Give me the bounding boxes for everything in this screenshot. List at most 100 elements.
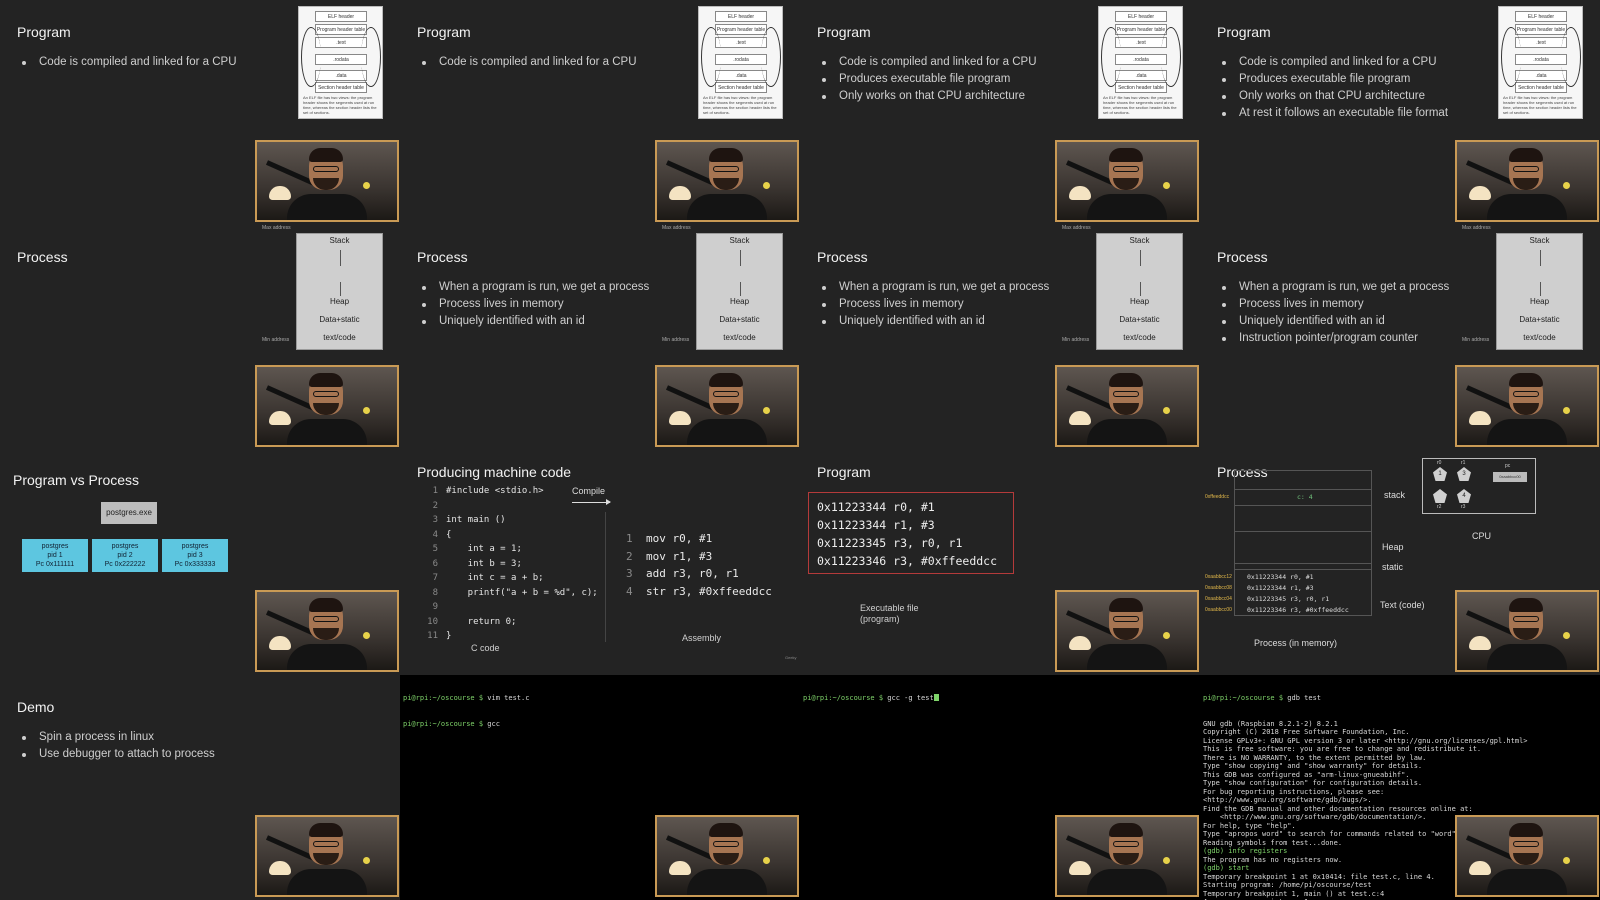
memory-stack-label: Stack [1129,236,1150,245]
presenter-hair [709,823,743,837]
divider [605,512,606,642]
machine-code-line: 0x11223344 r1, #3 [817,518,935,532]
slide-title: Program [817,24,871,40]
shell-command: gdb test [1287,694,1322,702]
memory-layout-diagram: Stack Heap Data+static text/code [296,233,383,350]
elf-diagram: ELF header Program header table .text .roda… [1498,6,1583,119]
presenter-webcam [1455,140,1599,222]
elf-diagram: ELF header Program header table .text .roda… [298,6,383,119]
arrow-icon [1161,27,1181,87]
light [363,182,370,189]
presenter-glasses [1513,391,1539,397]
register-label: r1 [1461,460,1466,466]
presenter-webcam [1055,365,1199,447]
bullet-item: Process lives in memory [822,296,1049,313]
memory-text-label: text/code [323,333,356,342]
bullet-item: Process lives in memory [422,296,649,313]
presenter-glasses [713,391,739,397]
bullet-item: Uniquely identified with an id [1222,313,1449,330]
presenter-body [1087,869,1167,895]
presenter-webcam [1055,590,1199,672]
lamp [269,861,291,875]
lamp [669,861,691,875]
frame-program-4: Program Code is compiled and linked for … [1200,0,1600,225]
bullet-item: When a program is run, we get a process [422,279,649,296]
assembly-line: 2 mov r1, #3 [626,548,772,566]
arrow-up-icon [740,282,741,296]
memory-stack-label: Stack [1529,236,1550,245]
code-line: 3 int main () [422,513,598,528]
presenter-hair [1109,148,1143,162]
line-number: 5 [432,544,438,554]
lamp [269,186,291,200]
line-number: 3 [432,515,438,525]
assembly-text: mov r0, #1 [646,532,713,545]
max-address-label: Max address [1062,225,1091,231]
presenter-body [1487,194,1567,220]
terminal-output[interactable]: pi@rpi:~/oscourse $ gcc -g test [803,677,939,720]
frame-process-2: Process When a program is run, we get a … [400,225,800,450]
presenter-webcam [1055,140,1199,222]
presenter-webcam [655,815,799,897]
light [1563,857,1570,864]
presenter-hair [709,373,743,387]
memory-address: 0xaabbcc12 [1205,574,1232,580]
presenter-hair [309,373,343,387]
slide-title: Program [17,24,71,40]
presenter-webcam [1455,365,1599,447]
lamp [1469,861,1491,875]
presenter-webcam [655,365,799,447]
bullet-list: When a program is run, we get a process P… [1222,279,1449,347]
assembly-line: 1 mov r0, #1 [626,530,772,548]
program-counter: 0xaabbcc00 [1493,472,1527,482]
video-frame-grid: Program Code is compiled and linked for … [0,0,1600,900]
memory-stack-label: Stack [729,236,750,245]
elf-section: .data [1115,70,1167,81]
shell-prompt: pi@rpi:~/oscourse $ [403,719,488,728]
presenter-body [1087,419,1167,445]
bullet-list: When a program is run, we get a process P… [822,279,1049,330]
cpu-label: CPU [1472,531,1492,541]
presenter-hair [1109,373,1143,387]
terminal-line: This GDB was configured as "arm-linux-gn… [1203,770,1410,779]
elf-section: .rodata [315,54,367,65]
presenter-webcam [1455,590,1599,672]
presenter-hair [309,598,343,612]
code-line: 2 [422,499,598,514]
process-name: postgres [111,543,139,550]
arrow-icon [301,27,321,87]
memory-address: 0xaabbcc08 [1205,585,1232,591]
memory-text-label: text/code [1123,333,1156,342]
light [1163,182,1170,189]
shell-prompt: pi@rpi:~/oscourse $ [1203,694,1288,702]
shell-command: vim test.c [487,694,530,702]
presenter-body [287,419,367,445]
terminal-line: For bug reporting instructions, please s… [1203,787,1385,796]
presenter-webcam [1455,815,1599,897]
process-memory-diagram: c: 4 0xffeeddcc 0x11223344 r0, #1 0xaabbcc1… [1205,470,1372,616]
bullet-item: Code is compiled and linked for a CPU [422,54,637,71]
memory-data-label: Data+static [1519,315,1560,324]
process-pid: pid 2 [117,552,133,559]
static-label: static [1382,562,1404,572]
presenter-glasses [1513,616,1539,622]
frame-program-machine-code: Program 0x11223344 r0, #1 0x11223344 r1, … [800,450,1200,675]
compile-label: Compile [572,486,606,496]
bullet-item: Only works on that CPU architecture [822,88,1037,105]
assembly-text: str r3, #0xffeeddcc [646,584,772,598]
register-label: r2 [1437,504,1442,510]
arrow-right-icon [572,499,611,505]
bullet-item: When a program is run, we get a process [1222,279,1449,296]
min-address-label: Min address [262,337,290,343]
c-code-caption: C code [471,643,500,653]
lamp [669,411,691,425]
bullet-item: Uniquely identified with an id [822,313,1049,330]
frame-terminal-gcc: pi@rpi:~/oscourse $ gcc -g test [800,675,1200,900]
elf-caption: An ELF file has two views: the program h… [703,95,777,115]
presenter-glasses [1113,166,1139,172]
memory-text-label: text/code [1523,333,1556,342]
presenter-glasses [313,166,339,172]
line-number: 8 [432,587,438,598]
terminal-output[interactable]: pi@rpi:~/oscourse $ vim test.c pi@rpi:~/… [403,677,529,745]
memory-region-divider [1235,505,1371,506]
